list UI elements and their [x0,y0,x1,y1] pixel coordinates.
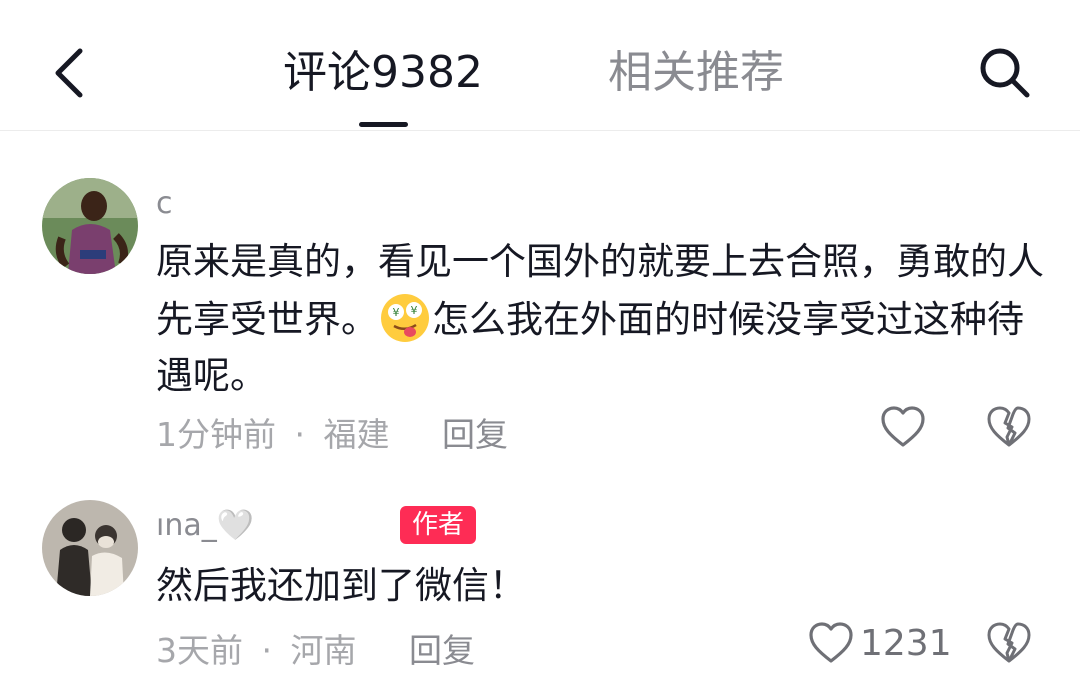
avatar[interactable] [42,178,138,274]
search-icon [980,48,1030,98]
chevron-left-icon [55,48,83,98]
comment-location: 福建 [323,415,390,454]
svg-text:¥: ¥ [411,304,418,317]
like-count: 1231 [860,622,952,664]
comments-header: 评论9382 相关推荐 [0,0,1080,131]
like-button[interactable]: 1231 [808,618,952,668]
broken-heart-icon [987,406,1031,447]
comment-time: 1分钟前 [156,415,276,454]
reply-button[interactable]: 回复 [409,631,475,670]
comment-item: c 原来是真的，看见一个国外的就要上去合照，勇敢的人先享受世界。 ¥ ¥ 怎么我… [0,176,1080,466]
avatar[interactable] [42,500,138,596]
tab-related-recommendations[interactable]: 相关推荐 [608,40,784,106]
comment-location: 河南 [290,631,357,670]
comment-meta: 3天前 · 河南 回复 [156,624,475,672]
comment-item: ına_🤍 作者 然后我还加到了微信！ 3天前 · 河南 回复 1231 [0,498,1080,700]
comments-page: 评论9382 相关推荐 c 原来是真的，看见一个国外的就要上去合照，勇敢的人先享… [0,0,1080,700]
svg-text:¥: ¥ [393,306,400,319]
meta-separator: · [261,631,273,670]
comment-meta: 1分钟前 · 福建 回复 [156,408,508,456]
dislike-button[interactable] [984,618,1034,668]
money-eyes-tongue-emoji-icon: ¥ ¥ [378,290,432,344]
reply-button[interactable]: 回复 [442,415,508,454]
author-badge: 作者 [400,506,477,544]
comment-text: 然后我还加到了微信！ [156,564,526,607]
active-tab-indicator [359,122,408,127]
heart-outline-icon [881,406,925,447]
broken-heart-icon [987,622,1031,663]
like-button[interactable] [880,402,932,452]
comment-username[interactable]: c [156,186,173,221]
back-button[interactable] [40,38,100,108]
heart-outline-icon [809,622,853,663]
comment-text: 原来是真的，看见一个国外的就要上去合照，勇敢的人先享受世界。 ¥ ¥ 怎么我在外… [156,234,1046,404]
tab-comments[interactable]: 评论9382 [283,40,483,106]
comment-time: 3天前 [156,631,243,670]
search-button[interactable] [972,40,1038,106]
dislike-button[interactable] [984,402,1034,452]
meta-separator: · [294,415,306,454]
comment-username[interactable]: ına_🤍 [156,508,254,543]
